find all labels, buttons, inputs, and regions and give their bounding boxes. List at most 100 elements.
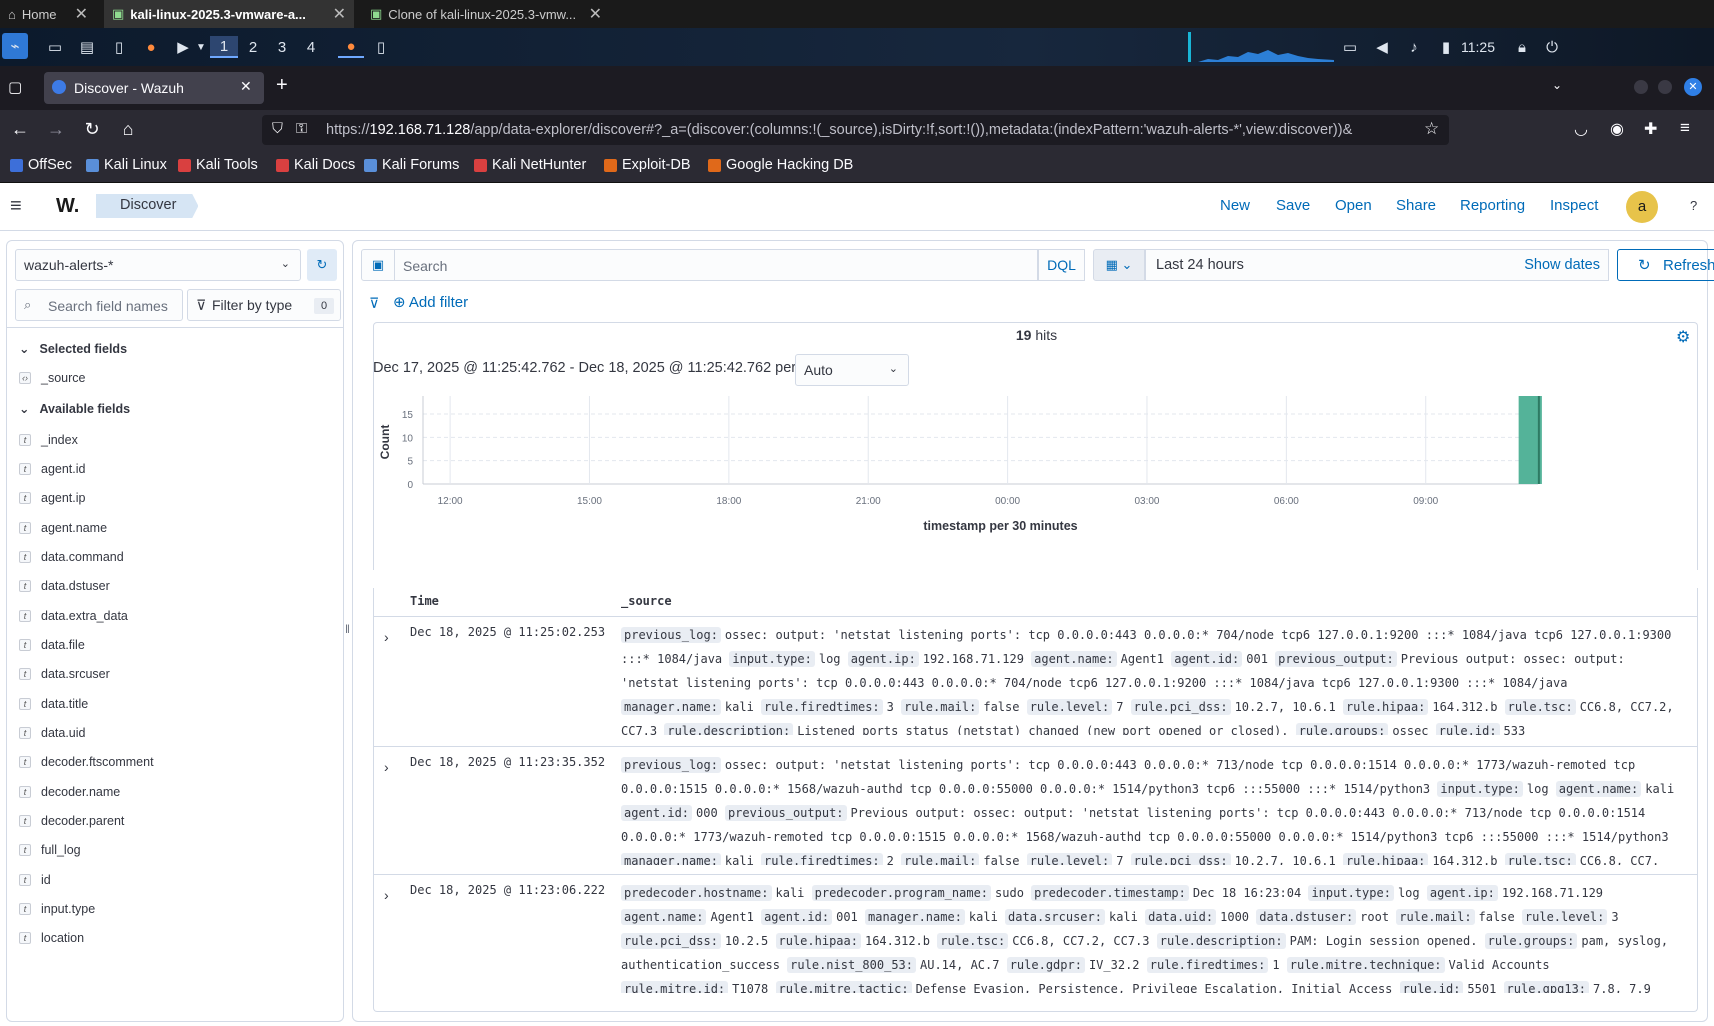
url-bar[interactable]: ⛉ ⚿ https://192.168.71.128/app/data-expl…	[262, 115, 1449, 145]
hamburger-menu-icon[interactable]: ≡	[10, 195, 22, 218]
battery-icon[interactable]: ▮	[1436, 36, 1456, 58]
field-item[interactable]: t data.uid	[19, 726, 85, 740]
workspace-2[interactable]: 2	[239, 36, 267, 58]
bookmark-kali-linux[interactable]: Kali Linux	[86, 157, 167, 173]
field-item[interactable]: t decoder.name	[19, 785, 120, 799]
desktop-icon[interactable]: ▭	[44, 36, 66, 58]
firefox-icon[interactable]: ●	[140, 36, 162, 58]
field-item[interactable]: t decoder.parent	[19, 814, 124, 828]
vm-tab-kali[interactable]: ▣ kali-linux-2025.3-vmware-a... ✕	[104, 0, 354, 28]
field-item[interactable]: t id	[19, 873, 51, 887]
field-item[interactable]: t data.dstuser	[19, 579, 110, 593]
browser-tab-discover[interactable]: Discover - Wazuh ✕	[44, 72, 264, 104]
close-tab-icon[interactable]: ✕	[240, 78, 252, 95]
calendar-icon[interactable]: ▦ ⌄	[1093, 249, 1145, 281]
volume-icon[interactable]: ◀	[1372, 36, 1392, 58]
field-item[interactable]: t agent.name	[19, 521, 107, 535]
vm-tab-home[interactable]: ⌂ Home ✕	[0, 0, 96, 28]
editor-task-icon[interactable]: ▯	[370, 36, 392, 58]
filter-by-type-button[interactable]: ⊽ Filter by type 0	[187, 289, 341, 321]
field-search-input[interactable]: ⌕ Search field names	[15, 289, 183, 321]
chevron-right-icon[interactable]: ›	[384, 759, 389, 775]
file-manager-icon[interactable]: ▤	[76, 36, 98, 58]
bookmark-exploit-db[interactable]: Exploit-DB	[604, 157, 691, 173]
chevron-right-icon[interactable]: ›	[384, 629, 389, 645]
field-item[interactable]: t data.srcuser	[19, 667, 110, 681]
display-icon[interactable]: ▭	[1340, 36, 1360, 58]
chevron-right-icon[interactable]: ›	[384, 887, 389, 903]
minimize-icon[interactable]	[1634, 80, 1648, 94]
close-icon[interactable]: ✕	[75, 4, 88, 24]
field-item[interactable]: t _index	[19, 433, 78, 447]
refresh-button[interactable]: ↻ Refresh	[1617, 249, 1714, 281]
table-row[interactable]: › Dec 18, 2025 @ 11:23:06.222 predecoder…	[374, 874, 1697, 1011]
field-item[interactable]: t location	[19, 931, 84, 945]
column-header-source[interactable]: _source	[621, 594, 672, 608]
menu-icon[interactable]: ≡	[1680, 118, 1690, 138]
open-link[interactable]: Open	[1335, 197, 1372, 214]
field-item[interactable]: t full_log	[19, 843, 81, 857]
reload-icon[interactable]: ↻	[80, 119, 104, 140]
saved-query-icon[interactable]: ▣	[361, 249, 395, 281]
close-window-icon[interactable]: ✕	[1684, 78, 1702, 96]
field-item[interactable]: t agent.ip	[19, 491, 85, 505]
kali-menu-icon[interactable]: ⌁	[2, 33, 28, 59]
add-filter-button[interactable]: ⊕ Add filter	[393, 293, 468, 311]
field-item[interactable]: t data.extra_data	[19, 609, 128, 623]
reporting-link[interactable]: Reporting	[1460, 197, 1525, 214]
show-dates-link[interactable]: Show dates	[1524, 257, 1600, 273]
new-tab-icon[interactable]: +	[276, 74, 288, 97]
gear-icon[interactable]: ⚙	[1676, 327, 1690, 347]
column-header-time[interactable]: Time	[410, 594, 439, 608]
inspect-link[interactable]: Inspect	[1550, 197, 1598, 214]
interval-select[interactable]: Auto ⌄	[795, 354, 909, 386]
terminal-icon[interactable]: ▶	[172, 36, 194, 58]
field-item[interactable]: t data.title	[19, 697, 88, 711]
close-icon[interactable]: ✕	[333, 4, 346, 24]
workspace-1[interactable]: 1	[210, 36, 238, 58]
maximize-icon[interactable]	[1658, 80, 1672, 94]
search-input[interactable]: Search	[395, 249, 1038, 281]
bookmark-google-hacking-db[interactable]: Google Hacking DB	[708, 157, 853, 173]
selected-fields-toggle[interactable]: ⌄ Selected fields	[19, 341, 127, 357]
field-item[interactable]: t data.file	[19, 638, 85, 652]
panel-resize-handle[interactable]: ‖	[345, 622, 350, 636]
notification-bell-icon[interactable]: ♪	[1404, 36, 1424, 58]
refresh-index-icon[interactable]: ↻	[307, 249, 337, 281]
table-row[interactable]: › Dec 18, 2025 @ 11:25:02.253 previous_l…	[374, 616, 1697, 746]
share-link[interactable]: Share	[1396, 197, 1436, 214]
new-link[interactable]: New	[1220, 197, 1250, 214]
workspace-3[interactable]: 3	[268, 36, 296, 58]
workspace-4[interactable]: 4	[297, 36, 325, 58]
time-range-picker[interactable]: Last 24 hours Show dates	[1145, 249, 1609, 281]
lock-icon[interactable]: 🔒︎	[1512, 36, 1532, 58]
save-link[interactable]: Save	[1276, 197, 1310, 214]
home-icon[interactable]: ⌂	[116, 119, 140, 140]
back-icon[interactable]: ←	[8, 119, 32, 140]
forward-icon[interactable]: →	[44, 119, 68, 140]
pocket-icon[interactable]: ◡	[1574, 119, 1588, 139]
bookmark-kali-nethunter[interactable]: Kali NetHunter	[474, 157, 586, 173]
bookmark-star-icon[interactable]: ☆	[1424, 119, 1439, 139]
breadcrumb[interactable]: Discover	[96, 194, 199, 218]
bookmark-kali-forums[interactable]: Kali Forums	[364, 157, 459, 173]
firefox-task-icon[interactable]: ●	[338, 36, 364, 58]
field-item[interactable]: t decoder.ftscomment	[19, 755, 154, 769]
power-icon[interactable]: ⏻	[1542, 36, 1562, 58]
bookmark-offsec[interactable]: OffSec	[10, 157, 72, 173]
selected-field-source[interactable]: ‹› _source	[19, 371, 85, 385]
account-icon[interactable]: ◉	[1610, 119, 1624, 139]
close-icon[interactable]: ✕	[589, 4, 602, 24]
table-row[interactable]: › Dec 18, 2025 @ 11:23:35.352 previous_l…	[374, 746, 1697, 874]
tab-list-icon[interactable]: ▢	[8, 78, 22, 96]
query-language-button[interactable]: DQL	[1038, 249, 1085, 281]
field-item[interactable]: t data.command	[19, 550, 124, 564]
vm-tab-clone[interactable]: ▣ Clone of kali-linux-2025.3-vmw... ✕	[362, 0, 610, 28]
wazuh-logo[interactable]: W.	[56, 195, 79, 218]
available-fields-toggle[interactable]: ⌄ Available fields	[19, 401, 130, 417]
extensions-icon[interactable]: ✚	[1644, 119, 1657, 139]
help-icon[interactable]: ?	[1690, 198, 1697, 213]
index-pattern-select[interactable]: wazuh-alerts-* ⌄	[15, 249, 301, 281]
field-item[interactable]: t input.type	[19, 902, 95, 916]
bookmark-kali-tools[interactable]: Kali Tools	[178, 157, 258, 173]
